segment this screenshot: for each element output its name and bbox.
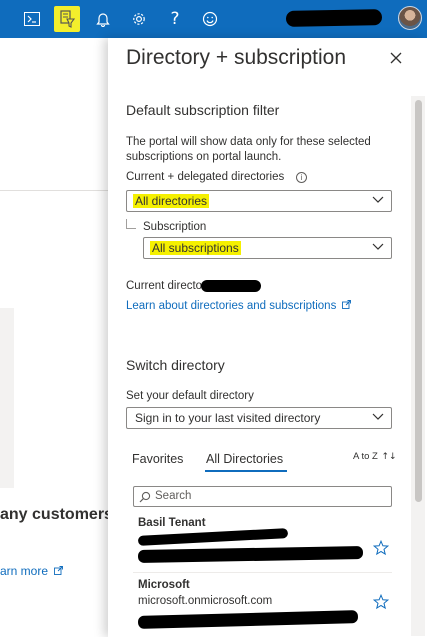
list-divider: [133, 572, 392, 573]
notifications-bell-icon[interactable]: [90, 6, 116, 32]
favorite-star-icon[interactable]: [373, 594, 389, 610]
avatar[interactable]: [398, 6, 422, 30]
default-filter-description: The portal will show data only for these…: [126, 136, 371, 163]
learn-directories-link[interactable]: Learn about directories and subscription…: [126, 299, 351, 314]
directories-dropdown-value: All directories: [133, 194, 210, 208]
external-link-icon: [341, 300, 351, 309]
info-icon[interactable]: i: [296, 172, 307, 183]
panel-title: Directory + subscription: [126, 46, 346, 69]
feedback-smiley-icon[interactable]: [197, 6, 223, 32]
directory-list-item[interactable]: Basil Tenant: [133, 514, 392, 570]
default-filter-title: Default subscription filter: [126, 102, 280, 118]
cloud-shell-icon[interactable]: [19, 6, 45, 32]
directory-subscription-panel: Directory + subscription Default subscri…: [108, 38, 427, 637]
scrollbar-thumb[interactable]: [415, 100, 422, 502]
tree-connector: [126, 219, 136, 229]
directory-name: Basil Tenant: [138, 517, 206, 529]
chevron-down-icon: [372, 413, 384, 420]
default-directory-label: Set your default directory: [126, 390, 254, 402]
redacted-directory-domain: [137, 528, 289, 546]
background-page: any customers arn more: [0, 38, 113, 637]
help-icon[interactable]: ?: [162, 6, 188, 32]
divider: [0, 190, 112, 191]
active-tab-indicator: [205, 470, 287, 472]
close-icon[interactable]: [388, 50, 404, 66]
directories-label: Current + delegated directories: [126, 171, 285, 183]
switch-directory-title: Switch directory: [126, 357, 225, 373]
directories-dropdown[interactable]: All directories: [126, 190, 392, 212]
tab-all-directories[interactable]: All Directories: [206, 452, 283, 466]
background-card: [0, 308, 14, 488]
default-directory-dropdown[interactable]: Sign in to your last visited directory: [126, 407, 392, 429]
directory-domain: microsoft.onmicrosoft.com: [138, 595, 273, 607]
directory-list-item[interactable]: Microsoft microsoft.onmicrosoft.com: [133, 576, 392, 636]
portal-top-bar: ?: [0, 0, 427, 38]
redacted-account-name: [285, 9, 383, 27]
background-learn-more-link[interactable]: arn more: [0, 564, 64, 578]
tab-favorites[interactable]: Favorites: [132, 452, 183, 466]
redacted-directory-id: [137, 546, 364, 563]
sort-a-to-z-button[interactable]: A to Z ↑↓: [353, 451, 397, 462]
sort-arrows-icon: ↑↓: [381, 452, 397, 462]
settings-gear-icon[interactable]: [126, 6, 152, 32]
help-glyph: ?: [170, 9, 180, 29]
current-directory-label: Current directory: [126, 280, 212, 292]
favorite-star-icon[interactable]: [373, 540, 389, 556]
subscription-dropdown[interactable]: All subscriptions: [143, 237, 392, 259]
redacted-current-directory: [201, 280, 261, 292]
directory-name: Microsoft: [138, 579, 190, 591]
default-directory-value: Sign in to your last visited directory: [135, 411, 321, 425]
chevron-down-icon: [372, 196, 384, 203]
background-heading: any customers: [0, 506, 113, 523]
redacted-directory-id: [137, 610, 359, 629]
directory-search-input[interactable]: Search: [133, 486, 392, 507]
search-icon: [139, 491, 151, 503]
subscription-dropdown-value: All subscriptions: [150, 241, 241, 255]
external-link-icon: [54, 566, 64, 575]
directory-filter-icon[interactable]: [54, 6, 80, 32]
chevron-down-icon: [372, 243, 384, 250]
search-placeholder: Search: [155, 490, 192, 502]
panel-scrollbar[interactable]: [411, 96, 425, 636]
subscription-label: Subscription: [143, 221, 207, 233]
